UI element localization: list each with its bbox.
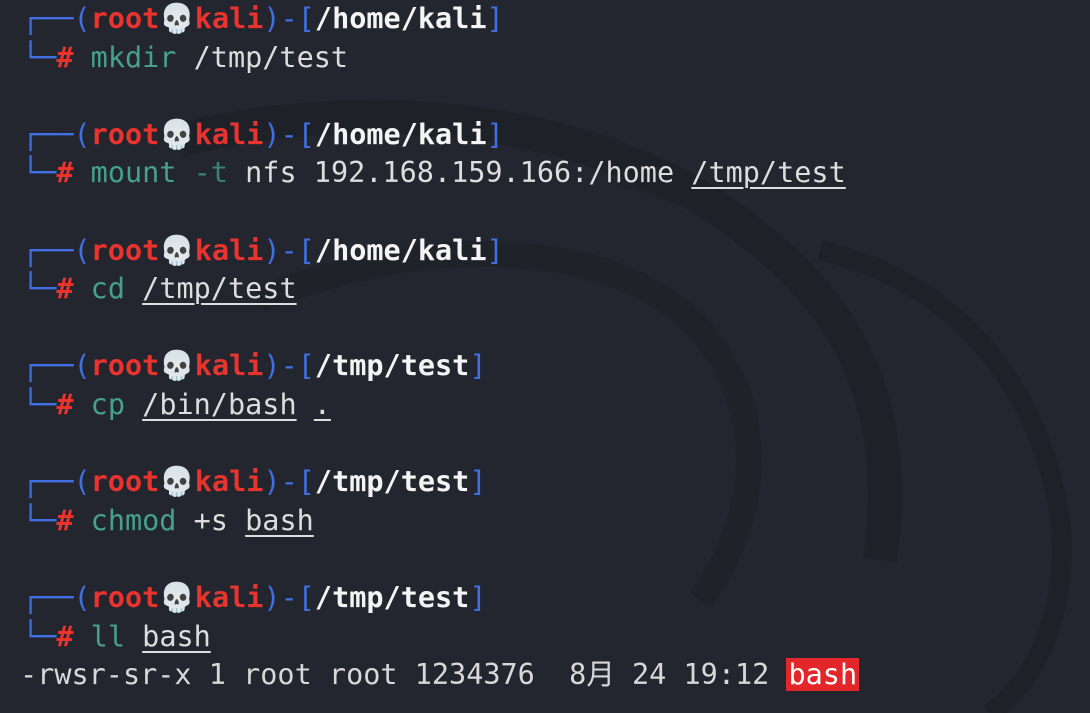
prompt-frame: ┌──( bbox=[22, 2, 91, 35]
command-line[interactable]: └─# chmod +s bash bbox=[22, 502, 1082, 541]
prompt-frame: ┌──( bbox=[22, 465, 91, 499]
command-arg: /tmp/test bbox=[193, 40, 349, 74]
command-line[interactable]: └─# cp /bin/bash . bbox=[22, 386, 1082, 425]
prompt-user: root bbox=[90, 349, 160, 383]
command-line[interactable]: └─# ll bash bbox=[22, 618, 1082, 657]
prompt-hash: # bbox=[56, 272, 74, 306]
output-permissions: -rwsr-sr-x bbox=[20, 658, 192, 692]
prompt-cwd: /home/kali bbox=[314, 2, 487, 35]
prompt-frame: )-[ bbox=[263, 349, 315, 383]
prompt-cwd: /tmp/test bbox=[314, 465, 470, 499]
command-name: chmod bbox=[90, 503, 177, 537]
output-links: 1 bbox=[208, 658, 226, 692]
prompt-frame: └─ bbox=[22, 503, 57, 537]
skull-icon: 💀 bbox=[159, 2, 195, 35]
command-line[interactable]: └─# cd /tmp/test bbox=[22, 270, 1082, 309]
prompt-frame: ] bbox=[486, 117, 504, 151]
command-arg: bash bbox=[142, 619, 211, 653]
prompt-frame: ] bbox=[469, 465, 487, 499]
skull-icon: 💀 bbox=[159, 233, 195, 267]
prompt-frame: └─ bbox=[22, 272, 57, 306]
prompt-frame: ┌──( bbox=[22, 349, 91, 383]
prompt-frame: ] bbox=[469, 580, 487, 614]
command-name: mount bbox=[90, 156, 177, 190]
command-name: cd bbox=[90, 272, 125, 306]
command-arg: bash bbox=[245, 503, 314, 537]
prompt-cwd: /home/kali bbox=[314, 233, 487, 267]
skull-icon: 💀 bbox=[159, 349, 195, 383]
prompt-hash: # bbox=[56, 156, 74, 190]
prompt-frame: └─ bbox=[22, 387, 57, 421]
command-name: cp bbox=[90, 387, 125, 421]
prompt-user: root bbox=[90, 465, 160, 499]
prompt-line: ┌──(root💀kali)-[/tmp/test] bbox=[22, 579, 1082, 618]
prompt-line: ┌──(root💀kali)-[/tmp/test] bbox=[22, 347, 1082, 386]
skull-icon: 💀 bbox=[159, 117, 195, 151]
prompt-frame: ┌──( bbox=[22, 580, 91, 614]
prompt-frame: └─ bbox=[22, 156, 57, 190]
output-owner: root bbox=[243, 658, 312, 692]
prompt-host: kali bbox=[194, 233, 264, 267]
prompt-hash: # bbox=[56, 619, 74, 653]
prompt-frame: )-[ bbox=[263, 580, 315, 614]
terminal-output[interactable]: ┌──(root💀kali)-[/home/kali] └─# mkdir /tm… bbox=[20, 0, 1082, 695]
command-arg: /tmp/test bbox=[142, 272, 297, 306]
command-line[interactable]: └─# mkdir /tmp/test bbox=[22, 39, 1082, 78]
prompt-frame: ] bbox=[469, 349, 487, 383]
prompt-host: kali bbox=[194, 349, 264, 383]
prompt-cwd: /home/kali bbox=[314, 117, 487, 151]
prompt-host: kali bbox=[194, 465, 264, 499]
command-arg: /tmp/test bbox=[691, 156, 846, 190]
prompt-frame: ┌──( bbox=[22, 117, 91, 151]
prompt-line: ┌──(root💀kali)-[/home/kali] bbox=[22, 116, 1082, 155]
output-day: 24 bbox=[632, 658, 667, 692]
skull-icon: 💀 bbox=[159, 465, 195, 499]
ls-output-line: -rwsr-sr-x 1 root root 1234376 8月 24 19:… bbox=[20, 656, 1082, 695]
prompt-frame: ┌──( bbox=[22, 233, 91, 267]
skull-icon: 💀 bbox=[159, 580, 195, 614]
command-name: ll bbox=[90, 619, 125, 653]
command-line[interactable]: └─# mount -t nfs 192.168.159.166:/home /… bbox=[22, 154, 1082, 193]
output-filename-highlight: bash bbox=[786, 658, 860, 692]
prompt-host: kali bbox=[194, 580, 264, 614]
command-arg: . bbox=[313, 387, 331, 421]
prompt-cwd: /tmp/test bbox=[314, 580, 470, 614]
command-arg: /bin/bash bbox=[142, 387, 297, 421]
output-group: root bbox=[328, 658, 398, 692]
prompt-hash: # bbox=[56, 40, 74, 74]
prompt-user: root bbox=[90, 580, 160, 614]
command-arg: nfs bbox=[245, 156, 297, 190]
prompt-line: ┌──(root💀kali)-[/tmp/test] bbox=[22, 463, 1082, 502]
prompt-line: ┌──(root💀kali)-[/home/kali] bbox=[22, 232, 1082, 271]
prompt-host: kali bbox=[194, 2, 264, 35]
output-size: 1234376 bbox=[414, 658, 535, 692]
command-arg: 192.168.159.166:/home bbox=[313, 156, 675, 190]
prompt-host: kali bbox=[194, 117, 264, 151]
prompt-frame: )-[ bbox=[263, 2, 315, 35]
prompt-frame: └─ bbox=[22, 619, 57, 653]
prompt-frame: ] bbox=[486, 233, 504, 267]
command-arg: +s bbox=[193, 503, 228, 537]
prompt-frame: )-[ bbox=[263, 465, 315, 499]
prompt-frame: └─ bbox=[22, 40, 57, 74]
prompt-user: root bbox=[90, 117, 160, 151]
output-time: 19:12 bbox=[683, 658, 770, 692]
prompt-hash: # bbox=[56, 503, 74, 537]
output-month: 8月 bbox=[569, 658, 615, 692]
prompt-hash: # bbox=[56, 387, 74, 421]
prompt-frame: ] bbox=[486, 2, 504, 35]
prompt-line: ┌──(root💀kali)-[/home/kali] bbox=[22, 0, 1082, 39]
prompt-frame: )-[ bbox=[263, 117, 315, 151]
prompt-user: root bbox=[90, 233, 160, 267]
command-arg: -t bbox=[193, 156, 228, 190]
prompt-cwd: /tmp/test bbox=[314, 349, 470, 383]
prompt-frame: )-[ bbox=[263, 233, 315, 267]
command-name: mkdir bbox=[90, 40, 177, 74]
prompt-user: root bbox=[90, 2, 160, 35]
